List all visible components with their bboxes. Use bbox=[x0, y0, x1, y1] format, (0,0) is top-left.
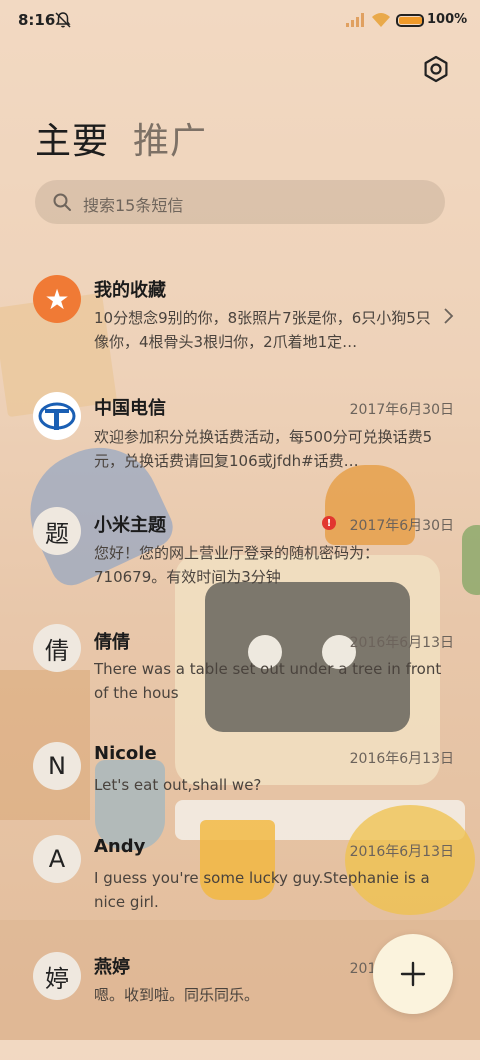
conversation-row[interactable]: 题 小米主题 ! 2017年6月30日 您好！您的网上营业厅登录的随机密码为：7… bbox=[0, 505, 480, 615]
conversation-row[interactable]: 倩 倩倩 2016年6月13日 There was a table set ou… bbox=[0, 622, 480, 732]
chevron-right-icon bbox=[444, 308, 454, 324]
alert-icon: ! bbox=[322, 516, 336, 530]
conversation-row[interactable]: 中国电信 2017年6月30日 欢迎参加积分兑换话费活动，每500分可兑换话费5… bbox=[0, 390, 480, 500]
star-icon: ★ bbox=[33, 275, 81, 323]
conversation-date: 2017年6月30日 bbox=[349, 518, 454, 534]
conversation-date: 2016年6月13日 bbox=[349, 751, 454, 767]
conversation-date: 2017年6月30日 bbox=[349, 402, 454, 418]
avatar: A bbox=[33, 835, 81, 883]
conversation-snippet: 欢迎参加积分兑换话费活动，每500分可兑换话费5元，兑换话费请回复106或jfd… bbox=[94, 428, 433, 470]
avatar: 婷 bbox=[33, 952, 81, 1000]
conversation-snippet: Let's eat out,shall we? bbox=[94, 776, 262, 794]
conversation-name: Andy bbox=[94, 836, 146, 857]
china-telecom-logo bbox=[33, 392, 81, 440]
tab-primary[interactable]: 主要 bbox=[35, 112, 109, 164]
conversation-name: 中国电信 bbox=[94, 398, 166, 419]
settings-icon[interactable] bbox=[420, 53, 452, 85]
search-bar[interactable]: 搜索15条短信 bbox=[35, 180, 445, 224]
status-time: 8:16 bbox=[18, 11, 56, 29]
battery-icon bbox=[396, 14, 424, 27]
conversation-date: 2016年6月13日 bbox=[349, 844, 454, 860]
conversation-name: 我的收藏 bbox=[94, 280, 166, 301]
avatar: 倩 bbox=[33, 624, 81, 672]
conversation-snippet: I guess you're some lucky guy.Stephanie … bbox=[94, 869, 430, 911]
conversation-name: 小米主题 bbox=[94, 515, 166, 536]
conversation-snippet: There was a table set out under a tree i… bbox=[94, 660, 442, 702]
conversation-row[interactable]: A Andy 2016年6月13日 I guess you're some lu… bbox=[0, 833, 480, 943]
conversation-date: 2016年6月13日 bbox=[349, 635, 454, 651]
conversation-name: 倩倩 bbox=[94, 632, 130, 653]
conversation-name: 燕婷 bbox=[94, 957, 130, 978]
plus-icon bbox=[400, 961, 426, 987]
signal-icon bbox=[346, 13, 364, 27]
avatar: N bbox=[33, 742, 81, 790]
tab-promotions[interactable]: 推广 bbox=[133, 112, 207, 164]
new-message-button[interactable] bbox=[373, 934, 453, 1014]
status-bar: 8:16 100% bbox=[0, 0, 480, 42]
conversation-name: Nicole bbox=[94, 743, 157, 764]
wifi-icon bbox=[372, 13, 390, 27]
conversation-row[interactable]: ★ 我的收藏 10分想念9别的你，8张照片7张是你，6只小狗5只像你，4根骨头3… bbox=[0, 270, 480, 380]
search-icon bbox=[53, 193, 71, 211]
search-placeholder: 搜索15条短信 bbox=[83, 196, 184, 215]
conversation-snippet: 10分想念9别的你，8张照片7张是你，6只小狗5只像你，4根骨头3根归你，2爪着… bbox=[94, 309, 431, 351]
conversation-snippet: 您好！您的网上营业厅登录的随机密码为：710679。有效时间为3分钟 bbox=[94, 544, 380, 586]
avatar: 题 bbox=[33, 507, 81, 555]
bell-muted-icon bbox=[55, 12, 71, 28]
china-telecom-logo-graphic bbox=[38, 402, 76, 430]
battery-percent: 100% bbox=[427, 12, 468, 27]
